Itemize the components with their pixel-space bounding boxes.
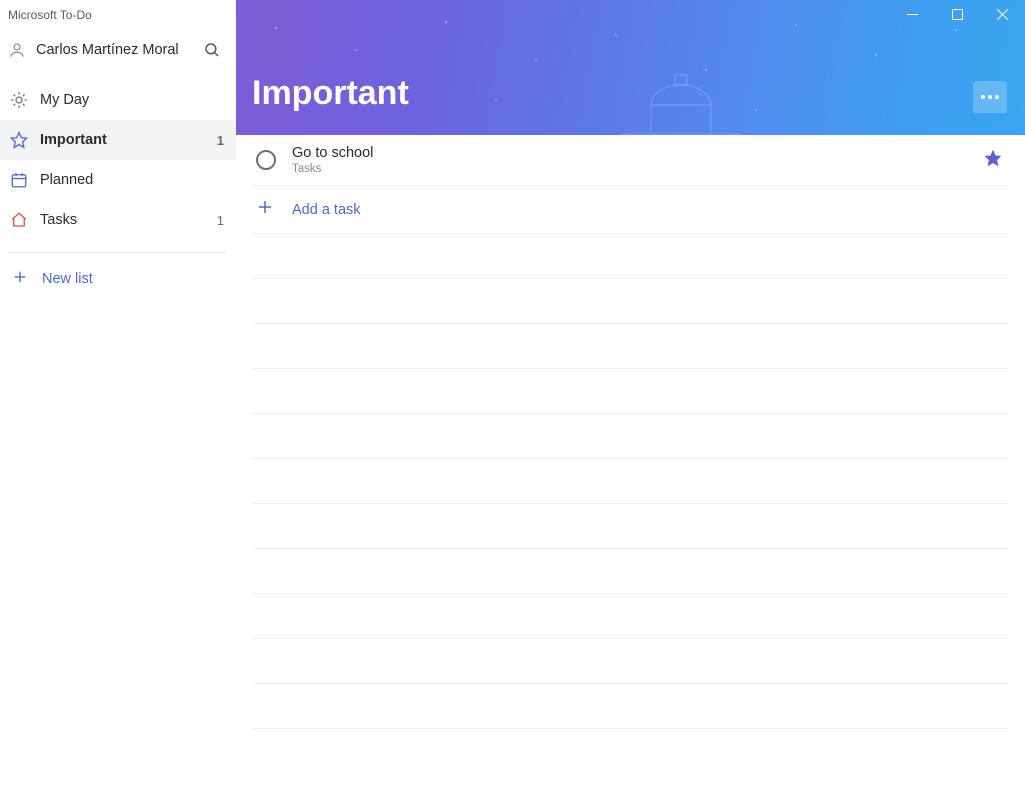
empty-row	[252, 369, 1009, 414]
sidebar-item-important[interactable]: Important 1	[0, 120, 236, 160]
sidebar-item-label: My Day	[40, 92, 212, 108]
user-name: Carlos Martínez Moral	[36, 42, 188, 58]
empty-row	[252, 504, 1009, 549]
close-button[interactable]	[980, 0, 1025, 28]
plus-icon	[12, 269, 28, 289]
search-button[interactable]	[198, 36, 226, 64]
main: Important Go to school Tasks Add a task	[236, 0, 1025, 800]
user-icon	[8, 41, 26, 59]
complete-checkbox[interactable]	[256, 150, 276, 170]
sidebar-item-tasks[interactable]: Tasks 1	[0, 200, 236, 240]
sidebar-item-myday[interactable]: My Day	[0, 80, 236, 120]
add-task-label: Add a task	[292, 202, 361, 218]
page-title: Important	[252, 74, 973, 113]
sun-icon	[10, 91, 28, 109]
window-titlebar	[890, 0, 1025, 28]
new-list-button[interactable]: New list	[0, 253, 236, 289]
nav-list: My Day Important 1 Planned Tasks 1	[0, 80, 236, 240]
empty-row	[252, 279, 1009, 324]
empty-row	[252, 324, 1009, 369]
sidebar-item-label: Important	[40, 132, 205, 148]
sidebar-item-label: Tasks	[40, 212, 205, 228]
user-row[interactable]: Carlos Martínez Moral	[0, 22, 236, 78]
empty-row	[252, 414, 1009, 459]
sidebar-item-planned[interactable]: Planned	[0, 160, 236, 200]
calendar-icon	[10, 171, 28, 189]
star-toggle[interactable]	[983, 148, 1003, 173]
task-texts: Go to school Tasks	[292, 145, 967, 175]
task-row[interactable]: Go to school Tasks	[252, 135, 1009, 186]
empty-row	[252, 549, 1009, 594]
star-icon	[10, 131, 28, 149]
empty-row	[252, 639, 1009, 684]
maximize-button[interactable]	[935, 0, 980, 28]
task-list: Go to school Tasks Add a task	[236, 135, 1025, 800]
task-sublabel: Tasks	[292, 163, 967, 175]
plus-icon	[256, 198, 274, 221]
empty-row	[252, 684, 1009, 729]
list-options-button[interactable]	[973, 81, 1007, 113]
sidebar-item-count: 1	[217, 213, 224, 228]
empty-row	[252, 594, 1009, 639]
sidebar-item-label: Planned	[40, 172, 212, 188]
app-title: Microsoft To-Do	[0, 0, 236, 22]
empty-row	[252, 234, 1009, 279]
home-icon	[10, 211, 28, 229]
task-title: Go to school	[292, 145, 967, 161]
new-list-label: New list	[42, 271, 93, 287]
empty-row	[252, 459, 1009, 504]
sidebar: Microsoft To-Do Carlos Martínez Moral My…	[0, 0, 236, 800]
add-task-input[interactable]: Add a task	[252, 186, 1009, 234]
sidebar-item-count: 1	[217, 133, 224, 148]
minimize-button[interactable]	[890, 0, 935, 28]
